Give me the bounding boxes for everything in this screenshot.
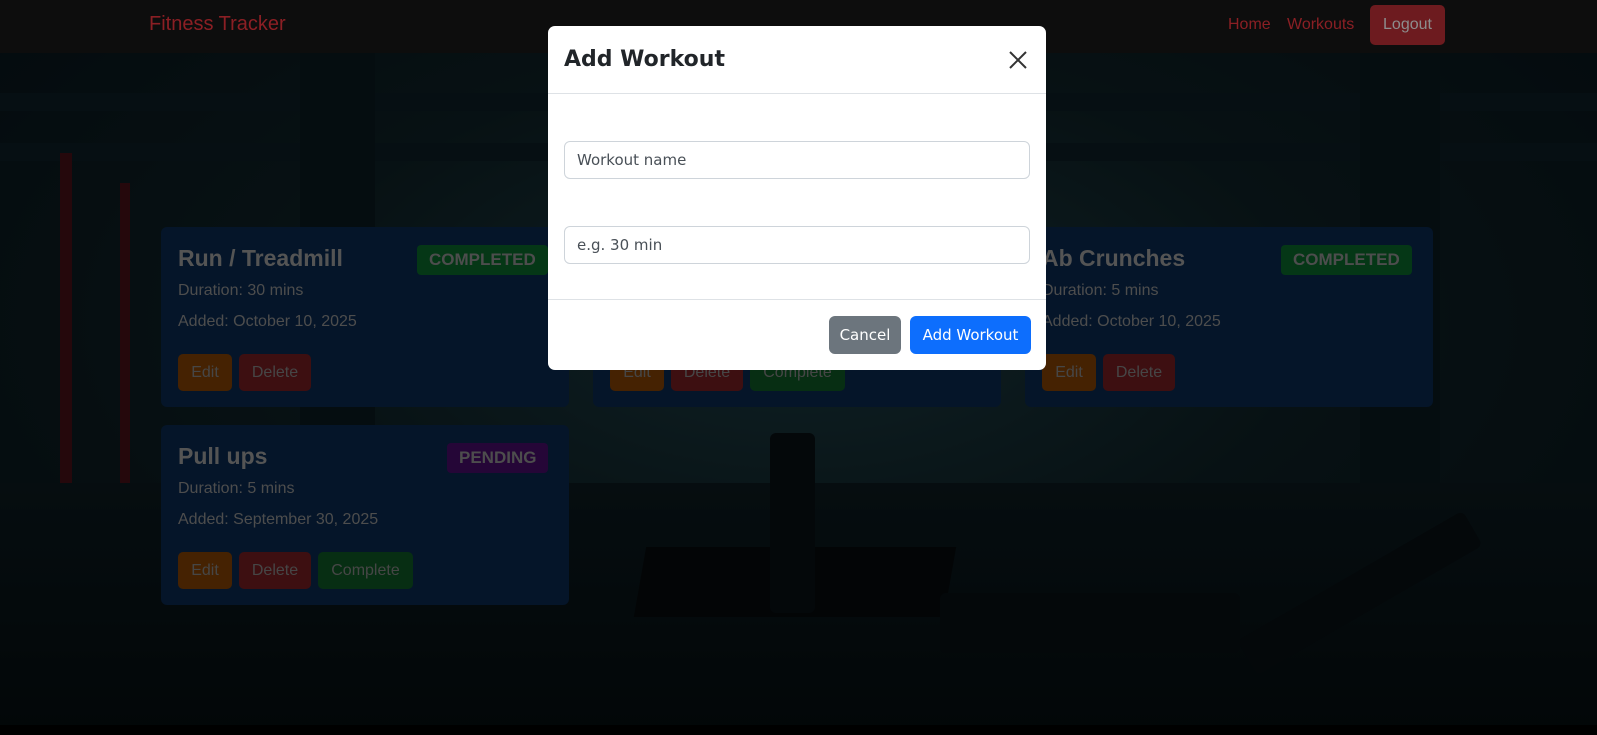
nav-link-workouts[interactable]: Workouts <box>1287 16 1354 34</box>
modal-header: Add Workout <box>548 26 1046 94</box>
close-button[interactable] <box>1004 46 1032 74</box>
brand-link[interactable]: Fitness Tracker <box>149 13 286 36</box>
page-bottom <box>0 725 1597 735</box>
add-workout-button[interactable]: Add Workout <box>910 316 1031 354</box>
logout-button[interactable]: Logout <box>1370 5 1445 45</box>
modal-title: Add Workout <box>564 47 725 72</box>
modal-footer: Cancel Add Workout <box>548 299 1046 370</box>
cancel-button[interactable]: Cancel <box>829 316 901 354</box>
nav-link-home[interactable]: Home <box>1228 16 1271 34</box>
add-workout-modal: Add Workout Cancel Add Workout <box>548 26 1046 370</box>
workout-name-input[interactable] <box>564 141 1030 179</box>
close-icon <box>1009 51 1027 69</box>
workout-duration-input[interactable] <box>564 226 1030 264</box>
